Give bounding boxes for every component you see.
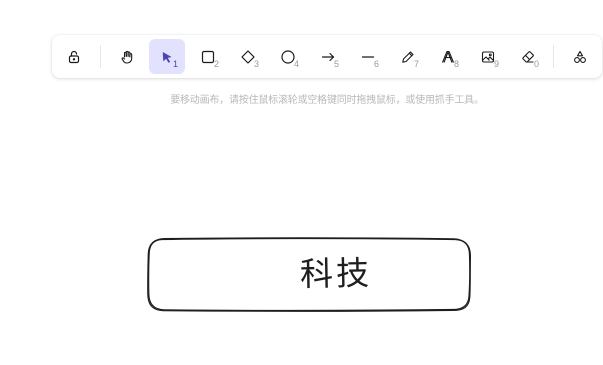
- shortcut-key: 9: [494, 59, 500, 69]
- tool-lock[interactable]: [56, 39, 92, 74]
- shapes-icon: [574, 50, 586, 63]
- square-icon: [201, 50, 215, 64]
- toolbar-divider: [553, 45, 554, 68]
- pencil-icon: [402, 51, 414, 63]
- tool-eraser[interactable]: 0: [510, 39, 546, 74]
- lock-open-icon: [68, 50, 80, 64]
- shortcut-key: 7: [414, 59, 420, 69]
- shortcut-key: 0: [534, 59, 540, 69]
- tool-draw[interactable]: 7: [390, 39, 426, 74]
- eraser-icon: [522, 51, 534, 63]
- tool-text[interactable]: 8: [430, 39, 466, 74]
- tool-library[interactable]: [562, 39, 598, 74]
- tool-rectangle[interactable]: 2: [190, 39, 226, 74]
- tool-selection[interactable]: 1: [149, 39, 185, 74]
- drawing-canvas[interactable]: 1 2 3 4 5 6 7 8 9 0 要移动画布，请按住鼠标滚轮或空格键同时拖…: [0, 0, 603, 365]
- shortcut-key: 4: [294, 59, 300, 69]
- circle-icon: [281, 50, 295, 64]
- tool-image[interactable]: 9: [470, 39, 506, 74]
- hand-icon: [121, 50, 133, 64]
- toolbar-divider: [100, 45, 101, 68]
- shortcut-key: 8: [454, 59, 460, 69]
- text-icon: [441, 50, 455, 63]
- tool-hand[interactable]: [109, 39, 145, 74]
- tool-diamond[interactable]: 3: [230, 39, 266, 74]
- diamond-icon: [241, 50, 255, 64]
- arrow-right-icon: [321, 52, 335, 62]
- sketch-text[interactable]: 科技: [300, 253, 373, 294]
- tool-arrow[interactable]: 5: [310, 39, 346, 74]
- image-icon: [481, 51, 495, 63]
- shortcut-key: 2: [214, 59, 220, 69]
- shortcut-key: 6: [374, 59, 380, 69]
- shortcut-key: 5: [334, 59, 340, 69]
- line-icon: [361, 56, 375, 58]
- tool-line[interactable]: 6: [350, 39, 386, 74]
- canvas-hint: 要移动画布，请按住鼠标滚轮或空格键同时拖拽鼠标，或使用抓手工具。: [170, 95, 484, 106]
- tool-ellipse[interactable]: 4: [270, 39, 306, 74]
- pointer-icon: [162, 52, 172, 63]
- shortcut-key: 1: [173, 59, 179, 69]
- shortcut-key: 3: [254, 59, 260, 69]
- toolbar: 1 2 3 4 5 6 7 8 9 0: [52, 35, 602, 78]
